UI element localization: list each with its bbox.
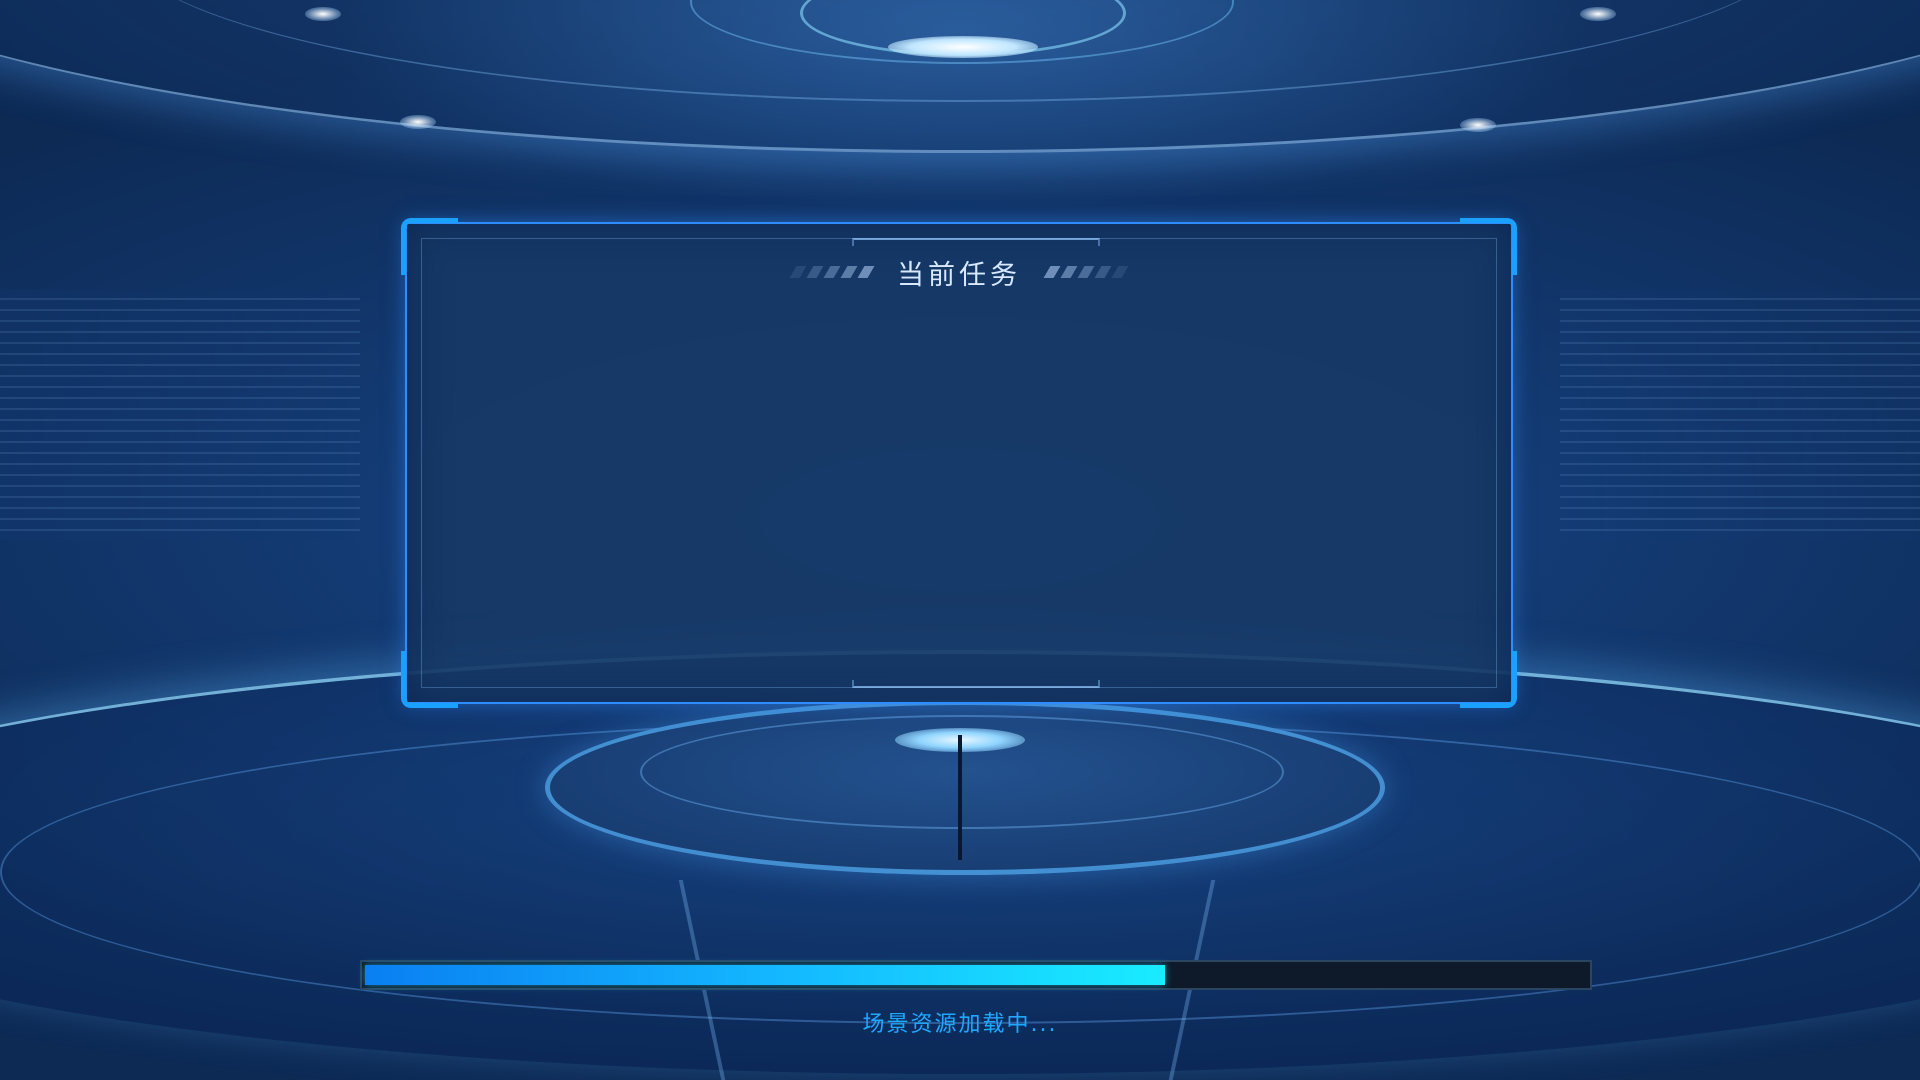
right-data-screen [1560,290,1920,540]
loading-scene: 当前任务 场景资源加载中... [0,0,1920,1080]
loading-status-text: 场景资源加载中... [862,1012,1058,1037]
ceiling-spotlight [305,7,341,21]
ceiling-light [888,36,1038,58]
panel-top-notch [852,238,1100,246]
ceiling-spotlight [1580,7,1616,21]
panel-header: 当前任务 [407,254,1511,291]
loading-progress-bar [360,960,1592,990]
current-task-panel: 当前任务 [401,218,1517,708]
title-stripes-right [1043,266,1129,278]
platform-divider [958,735,962,860]
ceiling-spotlight [1460,118,1496,132]
task-content-area [437,314,1481,672]
panel-title: 当前任务 [897,259,1021,291]
left-data-screen [0,290,360,540]
ceiling-spotlight [400,115,436,129]
loading-progress-fill [365,965,1165,985]
title-stripes-left [789,266,875,278]
panel-bottom-notch [852,680,1100,688]
